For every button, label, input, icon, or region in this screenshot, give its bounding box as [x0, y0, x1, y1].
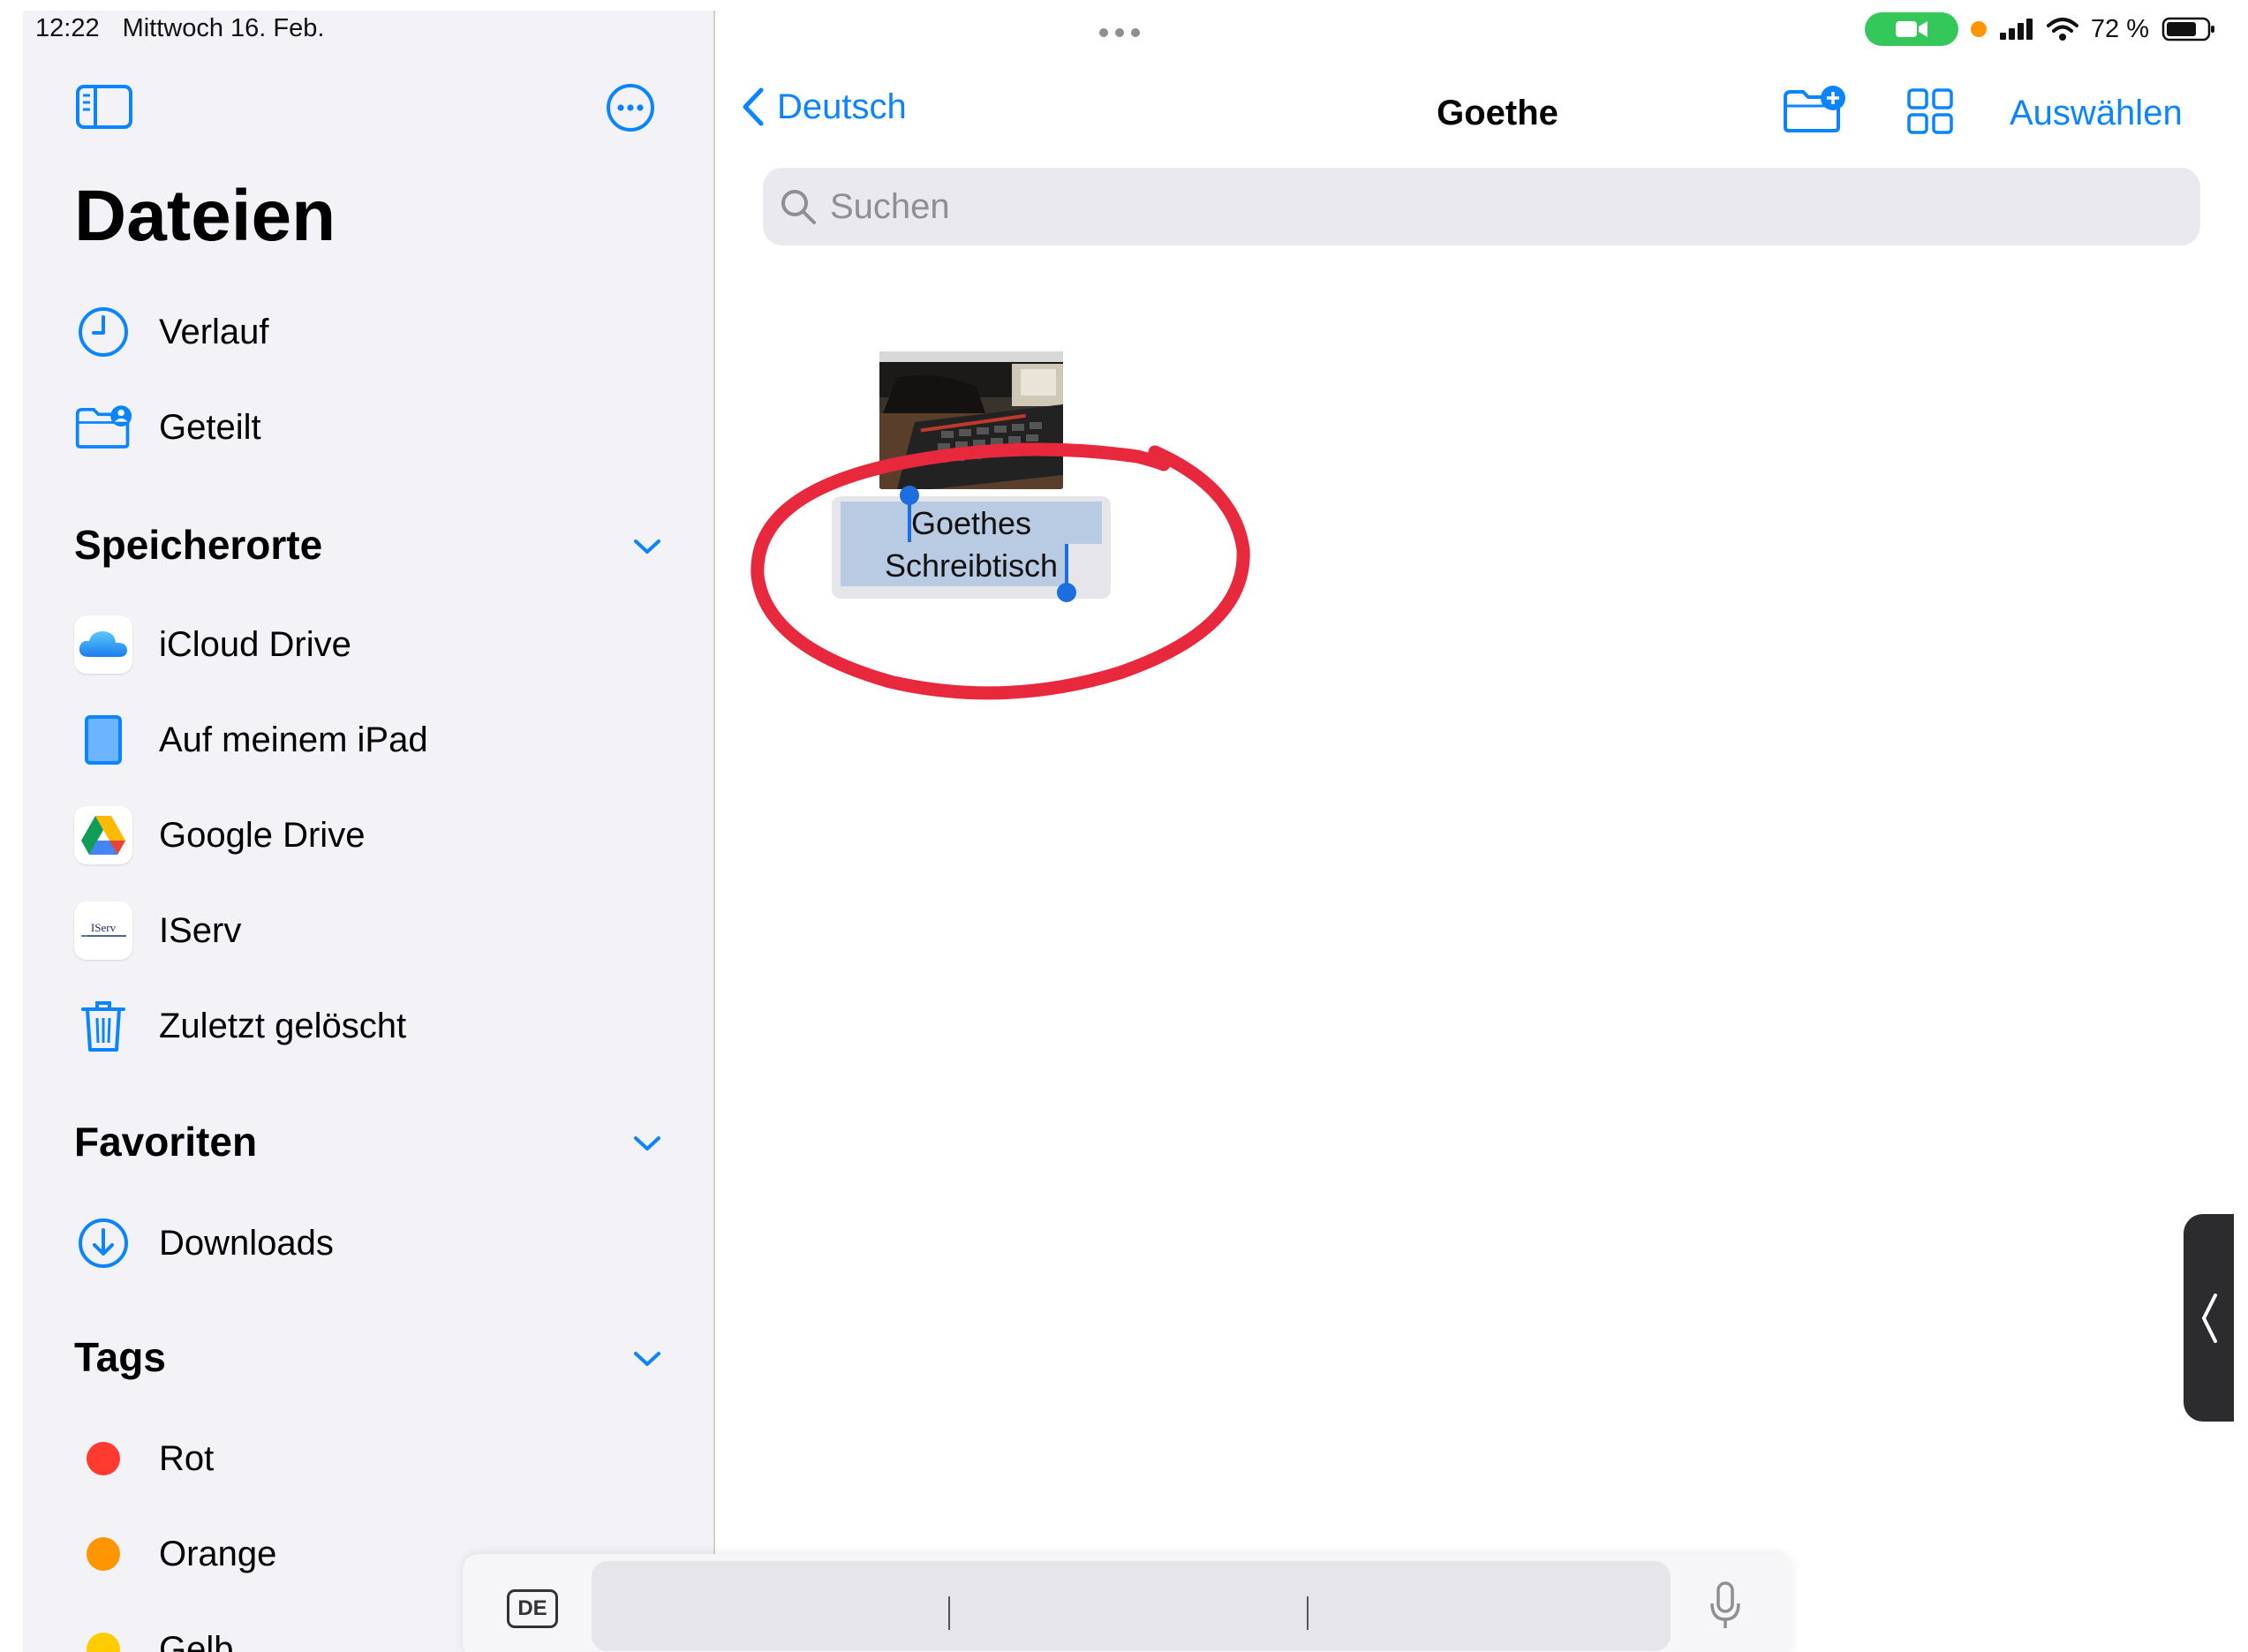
- icloud-icon: [74, 615, 132, 674]
- prediction-divider: [1307, 1596, 1309, 1630]
- new-folder-icon[interactable]: [1782, 85, 1847, 139]
- status-date: Mittwoch 16. Feb.: [122, 14, 325, 42]
- grid-view-icon[interactable]: [1907, 88, 1953, 139]
- sidebar-item-google-drive[interactable]: Google Drive: [74, 800, 365, 871]
- cellular-signal-icon: [1999, 19, 2033, 40]
- sidebar-tag-gelb[interactable]: Gelb: [74, 1614, 234, 1652]
- iserv-logo-icon: IServ: [74, 901, 132, 960]
- sidebar: 12:22 Mittwoch 16. Feb. Dateien Verlauf G…: [23, 11, 715, 1652]
- tag-color-dot: [87, 1442, 120, 1475]
- ipad-icon: [74, 711, 132, 769]
- trash-icon: [74, 997, 132, 1055]
- file-name-editor[interactable]: Goethes Schreibtisch: [832, 486, 1111, 602]
- file-name-line-1: Goethes: [910, 505, 1032, 541]
- camera-in-use-icon: [1864, 12, 1958, 46]
- sidebar-tag-orange[interactable]: Orange: [74, 1519, 276, 1589]
- status-bar-left: 12:22 Mittwoch 16. Feb.: [35, 14, 347, 43]
- battery-percent: 72 %: [2090, 14, 2149, 43]
- sidebar-item-zuletzt-geloescht[interactable]: Zuletzt gelöscht: [74, 991, 406, 1061]
- sidebar-item-icloud-drive[interactable]: iCloud Drive: [74, 609, 351, 680]
- sidebar-item-geteilt[interactable]: Geteilt: [74, 392, 261, 463]
- sidebar-item-label: Geteilt: [159, 407, 261, 447]
- back-label: Deutsch: [777, 87, 907, 126]
- keyboard-shortcut-bar: DE: [463, 1554, 1792, 1652]
- status-bar-right: 72 %: [1864, 12, 2216, 46]
- sidebar-item-downloads[interactable]: Downloads: [74, 1208, 334, 1279]
- sidebar-title: Dateien: [74, 176, 336, 256]
- sidebar-item-auf-meinem-ipad[interactable]: Auf meinem iPad: [74, 705, 428, 775]
- chevron-down-icon[interactable]: [632, 537, 662, 561]
- sidebar-item-label: Orange: [159, 1534, 277, 1573]
- sidebar-item-label: Rot: [159, 1438, 215, 1478]
- status-time: 12:22: [35, 14, 100, 42]
- multitasking-dots-icon[interactable]: [1099, 28, 1140, 37]
- page-title: Goethe: [1437, 94, 1558, 132]
- microphone-icon[interactable]: [1708, 1580, 1743, 1636]
- sidebar-item-label: iCloud Drive: [159, 624, 351, 664]
- tag-color-dot: [87, 1633, 120, 1652]
- section-header-tags: Tags: [74, 1334, 166, 1380]
- prediction-divider: [948, 1596, 950, 1630]
- search-input[interactable]: [828, 185, 2156, 228]
- section-header-favoriten: Favoriten: [74, 1119, 258, 1165]
- chevron-down-icon[interactable]: [632, 1134, 662, 1158]
- select-button[interactable]: Auswählen: [2010, 94, 2183, 133]
- search-bar[interactable]: [763, 168, 2200, 245]
- sidebar-toggle-icon[interactable]: [76, 85, 132, 133]
- more-options-icon[interactable]: [606, 83, 655, 137]
- file-thumbnail[interactable]: [879, 351, 1063, 489]
- download-icon: [74, 1214, 132, 1272]
- file-name-line-2: Schreibtisch: [884, 547, 1059, 584]
- chevron-down-icon[interactable]: [632, 1349, 662, 1373]
- back-button[interactable]: Deutsch: [742, 87, 907, 127]
- search-icon: [781, 190, 816, 224]
- sidebar-item-label: Google Drive: [159, 815, 366, 855]
- chevron-left-icon: [2201, 1293, 2217, 1343]
- sidebar-tag-rot[interactable]: Rot: [74, 1423, 214, 1494]
- ipad-screen: 12:22 Mittwoch 16. Feb. Dateien Verlauf G…: [23, 11, 2234, 1652]
- sidebar-item-label: Zuletzt gelöscht: [159, 1006, 407, 1045]
- wifi-icon: [2046, 18, 2078, 41]
- predictive-text-bar[interactable]: [592, 1561, 1671, 1651]
- sidebar-item-iserv[interactable]: IServ IServ: [74, 895, 241, 966]
- clock-icon: [74, 303, 132, 361]
- sidebar-item-label: Gelb: [159, 1629, 234, 1652]
- mic-indicator-icon: [1970, 21, 1987, 37]
- sidebar-item-label: Auf meinem iPad: [159, 720, 428, 759]
- tag-color-dot: [87, 1537, 120, 1571]
- sidebar-item-verlauf[interactable]: Verlauf: [74, 297, 269, 367]
- sidebar-item-label: Downloads: [159, 1223, 334, 1263]
- selection-handle-start[interactable]: [900, 486, 919, 505]
- battery-icon: [2161, 17, 2214, 41]
- chevron-left-icon: [743, 87, 764, 126]
- keyboard-language-button[interactable]: DE: [507, 1589, 558, 1628]
- svg-text:IServ: IServ: [91, 921, 117, 934]
- shared-folder-icon: [74, 398, 132, 456]
- google-drive-icon: [74, 806, 132, 864]
- side-panel-handle[interactable]: [2184, 1214, 2234, 1422]
- selection-caret-end: [1065, 544, 1068, 588]
- section-header-speicherorte: Speicherorte: [74, 522, 323, 568]
- selection-handle-end[interactable]: [1057, 583, 1076, 602]
- sidebar-item-label: Verlauf: [159, 312, 269, 351]
- sidebar-item-label: IServ: [159, 910, 242, 950]
